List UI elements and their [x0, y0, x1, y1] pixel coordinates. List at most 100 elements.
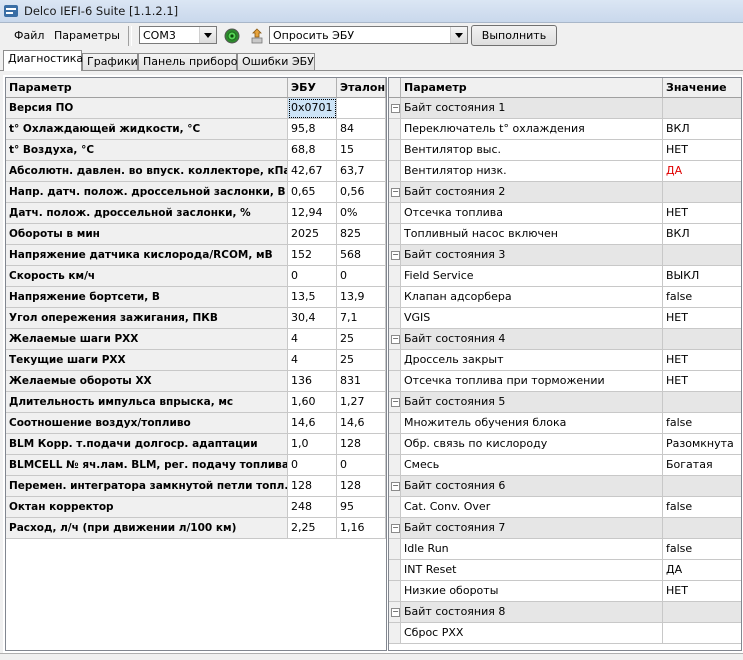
- ecu-value[interactable]: 68,8: [288, 140, 337, 161]
- table-row[interactable]: Топливный насос включен ВКЛ: [389, 224, 741, 245]
- col-header-value[interactable]: Значение: [663, 78, 741, 98]
- row-expander[interactable]: −: [389, 182, 401, 203]
- connection-status-icon[interactable]: [224, 28, 240, 44]
- group-row[interactable]: − Байт состояния 5: [389, 392, 741, 413]
- tab-dashboard[interactable]: Панель приборов: [138, 53, 244, 70]
- tab-graphs[interactable]: Графики: [82, 53, 138, 70]
- run-button[interactable]: Выполнить: [471, 25, 557, 46]
- group-row[interactable]: − Байт состояния 7: [389, 518, 741, 539]
- ecu-value[interactable]: 95,8: [288, 119, 337, 140]
- table-row[interactable]: Field Service ВЫКЛ: [389, 266, 741, 287]
- table-row[interactable]: Длительность импульса впрыска, мс 1,60 1,2…: [6, 392, 386, 413]
- ecu-value[interactable]: 14,6: [288, 413, 337, 434]
- collapse-icon[interactable]: −: [391, 398, 400, 407]
- table-row[interactable]: Множитель обучения блока false: [389, 413, 741, 434]
- col-header-param[interactable]: Параметр: [401, 78, 663, 98]
- table-row[interactable]: Отсечка топлива при торможении НЕТ: [389, 371, 741, 392]
- table-row[interactable]: Дроссель закрыт НЕТ: [389, 350, 741, 371]
- table-row[interactable]: VGIS НЕТ: [389, 308, 741, 329]
- ecu-value[interactable]: 0: [288, 455, 337, 476]
- ecu-value[interactable]: 152: [288, 245, 337, 266]
- table-row[interactable]: Переключатель t° охлаждения ВКЛ: [389, 119, 741, 140]
- ecu-value[interactable]: 1,0: [288, 434, 337, 455]
- table-row[interactable]: Cat. Conv. Over false: [389, 497, 741, 518]
- table-row[interactable]: Скорость км/ч 0 0: [6, 266, 386, 287]
- table-row[interactable]: BLM Корр. т.подачи долгоср. адаптации 1,0…: [6, 434, 386, 455]
- row-expander[interactable]: −: [389, 518, 401, 539]
- collapse-icon[interactable]: −: [391, 251, 400, 260]
- table-row[interactable]: Обр. связь по кислороду Разомкнута: [389, 434, 741, 455]
- col-header-ecu[interactable]: ЭБУ: [288, 78, 337, 98]
- table-row[interactable]: Текущие шаги РХХ 4 25: [6, 350, 386, 371]
- group-row[interactable]: − Байт состояния 1: [389, 98, 741, 119]
- ecu-value[interactable]: 2025: [288, 224, 337, 245]
- table-row[interactable]: Смесь Богатая: [389, 455, 741, 476]
- menu-file[interactable]: Файл: [14, 29, 44, 42]
- collapse-icon[interactable]: −: [391, 608, 400, 617]
- table-row[interactable]: Вентилятор низк. ДА: [389, 161, 741, 182]
- table-row[interactable]: INT Reset ДА: [389, 560, 741, 581]
- row-expander[interactable]: −: [389, 602, 401, 623]
- row-expander[interactable]: −: [389, 98, 401, 119]
- table-row[interactable]: Отсечка топлива НЕТ: [389, 203, 741, 224]
- table-row[interactable]: Перемен. интегратора замкнутой петли топ…: [6, 476, 386, 497]
- collapse-icon[interactable]: −: [391, 335, 400, 344]
- ecu-value[interactable]: 0x0701: [288, 98, 337, 119]
- collapse-icon[interactable]: −: [391, 104, 400, 113]
- table-row[interactable]: Вентилятор выс. НЕТ: [389, 140, 741, 161]
- table-row[interactable]: BLMCELL № яч.лам. BLM, рег. подачу топли…: [6, 455, 386, 476]
- row-expander[interactable]: −: [389, 245, 401, 266]
- ecu-value[interactable]: 128: [288, 476, 337, 497]
- collapse-icon[interactable]: −: [391, 188, 400, 197]
- status-bits-grid[interactable]: Параметр Значение − Байт состояния 1 Перек…: [388, 77, 742, 651]
- table-row[interactable]: Низкие обороты НЕТ: [389, 581, 741, 602]
- table-row[interactable]: t° Охлаждающей жидкости, °C 95,8 84: [6, 119, 386, 140]
- table-row[interactable]: Угол опережения зажигания, ПКВ 30,4 7,1: [6, 308, 386, 329]
- group-row[interactable]: − Байт состояния 8: [389, 602, 741, 623]
- ecu-value[interactable]: 2,25: [288, 518, 337, 539]
- ecu-value[interactable]: 12,94: [288, 203, 337, 224]
- table-row[interactable]: Idle Run false: [389, 539, 741, 560]
- col-header-param[interactable]: Параметр: [6, 78, 288, 98]
- collapse-icon[interactable]: −: [391, 482, 400, 491]
- collapse-icon[interactable]: −: [391, 524, 400, 533]
- group-row[interactable]: − Байт состояния 6: [389, 476, 741, 497]
- chevron-down-icon[interactable]: [199, 27, 216, 43]
- row-expander[interactable]: −: [389, 392, 401, 413]
- table-row[interactable]: Напряжение бортсети, В 13,5 13,9: [6, 287, 386, 308]
- ecu-value[interactable]: 4: [288, 329, 337, 350]
- ecu-value[interactable]: 13,5: [288, 287, 337, 308]
- port-select[interactable]: COM3: [139, 26, 217, 44]
- ecu-value[interactable]: 42,67: [288, 161, 337, 182]
- ecu-value[interactable]: 136: [288, 371, 337, 392]
- group-row[interactable]: − Байт состояния 4: [389, 329, 741, 350]
- chevron-down-icon[interactable]: [450, 27, 467, 43]
- group-row[interactable]: − Байт состояния 3: [389, 245, 741, 266]
- ecu-value[interactable]: 4: [288, 350, 337, 371]
- menu-settings[interactable]: Параметры: [54, 29, 120, 42]
- table-row[interactable]: Датч. полож. дроссельной заслонки, % 12,9…: [6, 203, 386, 224]
- table-row[interactable]: Октан корректор 248 95: [6, 497, 386, 518]
- table-row[interactable]: Обороты в мин 2025 825: [6, 224, 386, 245]
- table-row[interactable]: Абсолютн. давлен. во впуск. коллекторе, …: [6, 161, 386, 182]
- group-row[interactable]: − Байт состояния 2: [389, 182, 741, 203]
- scan-icon[interactable]: [248, 27, 266, 45]
- ecu-value[interactable]: 1,60: [288, 392, 337, 413]
- ecu-value[interactable]: 30,4: [288, 308, 337, 329]
- ecu-value[interactable]: 0,65: [288, 182, 337, 203]
- table-row[interactable]: Желаемые шаги РХХ 4 25: [6, 329, 386, 350]
- ecu-params-grid[interactable]: Параметр ЭБУ Эталон Версия ПО 0x0701 t° Ох…: [5, 77, 387, 651]
- tab-ecu-errors[interactable]: Ошибки ЭБУ: [237, 53, 315, 70]
- table-row[interactable]: Клапан адсорбера false: [389, 287, 741, 308]
- ecu-value[interactable]: 248: [288, 497, 337, 518]
- table-row[interactable]: Напряжение датчика кислорода/RCOM, мВ 152…: [6, 245, 386, 266]
- table-row[interactable]: Напр. датч. полож. дроссельной заслонки,…: [6, 182, 386, 203]
- tab-diagnostics[interactable]: Диагностика: [3, 50, 83, 71]
- table-row[interactable]: Желаемые обороты ХХ 136 831: [6, 371, 386, 392]
- table-row[interactable]: Версия ПО 0x0701: [6, 98, 386, 119]
- table-row[interactable]: t° Воздуха, °C 68,8 15: [6, 140, 386, 161]
- table-row[interactable]: Расход, л/ч (при движении л/100 км) 2,25 1…: [6, 518, 386, 539]
- ecu-value[interactable]: 0: [288, 266, 337, 287]
- row-expander[interactable]: −: [389, 476, 401, 497]
- table-row[interactable]: Соотношение воздух/топливо 14,6 14,6: [6, 413, 386, 434]
